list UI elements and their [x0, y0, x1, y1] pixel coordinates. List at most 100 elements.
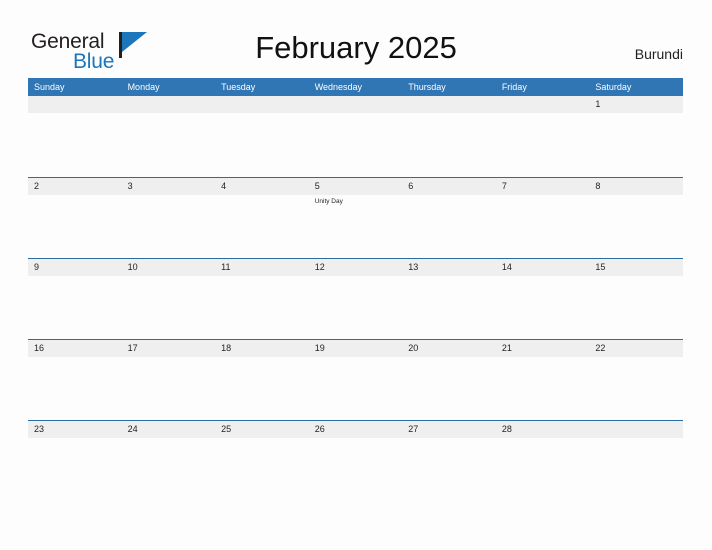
calendar-day-cell[interactable]: 17 [122, 340, 216, 420]
country-label: Burundi [634, 46, 683, 62]
day-number: 25 [221, 424, 232, 434]
calendar-day-cell-empty [309, 96, 403, 176]
day-number: 4 [221, 181, 227, 191]
calendar-day-cell[interactable]: 16 [28, 340, 122, 420]
day-events [595, 195, 683, 197]
calendar-page: General Blue February 2025 Burundi Sunda… [0, 0, 712, 550]
calendar-week-row: 23 24 25 26 27 28 [28, 420, 683, 501]
day-events [128, 357, 216, 359]
day-number: 15 [595, 262, 606, 272]
day-number [315, 96, 403, 113]
day-events [34, 276, 122, 278]
calendar-day-cell[interactable]: 10 [122, 259, 216, 339]
day-number: 24 [127, 424, 138, 434]
day-events [408, 357, 496, 359]
calendar-week-days: 1 [28, 96, 683, 176]
calendar-week-days: 2 3 4 5 Unity Day 6 7 8 [28, 178, 683, 258]
calendar-day-cell[interactable]: 8 [589, 178, 683, 258]
calendar-day-cell-empty [402, 96, 496, 176]
weekday-header-saturday: Saturday [595, 82, 632, 92]
calendar-day-cell[interactable]: 27 [402, 421, 496, 501]
holiday-event-label: Unity Day [314, 198, 343, 205]
day-number [221, 96, 309, 113]
calendar-day-cell[interactable]: 19 [309, 340, 403, 420]
day-number: 21 [501, 343, 512, 353]
day-events [221, 357, 309, 359]
calendar-day-cell[interactable]: 1 [589, 96, 683, 176]
calendar-day-cell[interactable]: 21 [496, 340, 590, 420]
calendar-day-cell[interactable]: 13 [402, 259, 496, 339]
day-number: 27 [408, 424, 419, 434]
calendar-day-cell[interactable]: 26 [309, 421, 403, 501]
day-events [34, 438, 122, 440]
calendar-day-cell[interactable]: 9 [28, 259, 122, 339]
day-number: 1 [595, 99, 601, 109]
calendar-day-cell[interactable]: 18 [215, 340, 309, 420]
day-events [128, 438, 216, 440]
calendar-week-days: 16 17 18 19 20 21 22 [28, 340, 683, 420]
day-number: 10 [127, 262, 138, 272]
calendar-week-days: 9 10 11 12 13 14 15 [28, 259, 683, 339]
weekday-header-row: Sunday Monday Tuesday Wednesday Thursday… [28, 78, 683, 96]
day-events [315, 113, 403, 115]
calendar-week-row: 9 10 11 12 13 14 15 [28, 258, 683, 339]
day-number: 7 [501, 181, 507, 191]
calendar-day-cell[interactable]: 3 [122, 178, 216, 258]
day-number: 18 [221, 343, 232, 353]
calendar-day-cell[interactable]: 6 [402, 178, 496, 258]
day-events [502, 113, 590, 115]
day-number: 12 [314, 262, 325, 272]
day-events [408, 113, 496, 115]
calendar-grid: Sunday Monday Tuesday Wednesday Thursday… [28, 78, 683, 501]
calendar-weeks: 1 2 3 4 5 Unity Day 6 7 8 9 10 11 12 13 14 15 16 17 18 19 20… [28, 96, 683, 501]
day-number: 23 [34, 424, 45, 434]
day-number: 6 [408, 181, 414, 191]
day-events [34, 113, 122, 115]
day-number: 19 [314, 343, 325, 353]
day-number: 2 [34, 181, 40, 191]
day-events [408, 195, 496, 197]
day-events [502, 276, 590, 278]
calendar-day-cell[interactable]: 7 [496, 178, 590, 258]
day-number [34, 96, 122, 113]
calendar-day-cell[interactable]: 4 [215, 178, 309, 258]
day-number [408, 96, 496, 113]
weekday-header-wednesday: Wednesday [314, 82, 363, 92]
day-events: Unity Day [315, 195, 403, 206]
day-events [595, 357, 683, 359]
calendar-day-cell[interactable]: 25 [215, 421, 309, 501]
day-events [34, 195, 122, 197]
calendar-day-cell[interactable]: 12 [309, 259, 403, 339]
calendar-day-cell[interactable]: 22 [589, 340, 683, 420]
day-events [221, 113, 309, 115]
calendar-day-cell[interactable]: 28 [496, 421, 590, 501]
calendar-day-cell[interactable]: 2 [28, 178, 122, 258]
day-number: 14 [501, 262, 512, 272]
day-events [315, 438, 403, 440]
calendar-day-cell[interactable]: 20 [402, 340, 496, 420]
day-number [595, 421, 683, 438]
day-events [595, 113, 683, 115]
calendar-day-cell-empty [122, 96, 216, 176]
day-events [128, 195, 216, 197]
calendar-day-cell[interactable]: 5 Unity Day [309, 178, 403, 258]
calendar-day-cell[interactable]: 24 [122, 421, 216, 501]
day-events [595, 438, 683, 440]
calendar-week-row: 16 17 18 19 20 21 22 [28, 339, 683, 420]
day-number [502, 96, 590, 113]
day-events [502, 195, 590, 197]
day-events [595, 276, 683, 278]
calendar-day-cell[interactable]: 15 [589, 259, 683, 339]
day-number: 26 [314, 424, 325, 434]
calendar-day-cell[interactable]: 11 [215, 259, 309, 339]
day-number: 8 [595, 181, 601, 191]
day-number: 3 [127, 181, 133, 191]
calendar-day-cell[interactable]: 23 [28, 421, 122, 501]
calendar-day-cell-empty [215, 96, 309, 176]
calendar-day-cell-empty [589, 421, 683, 501]
day-number: 13 [408, 262, 419, 272]
day-events [221, 276, 309, 278]
day-events [408, 276, 496, 278]
calendar-day-cell[interactable]: 14 [496, 259, 590, 339]
day-number [128, 96, 216, 113]
